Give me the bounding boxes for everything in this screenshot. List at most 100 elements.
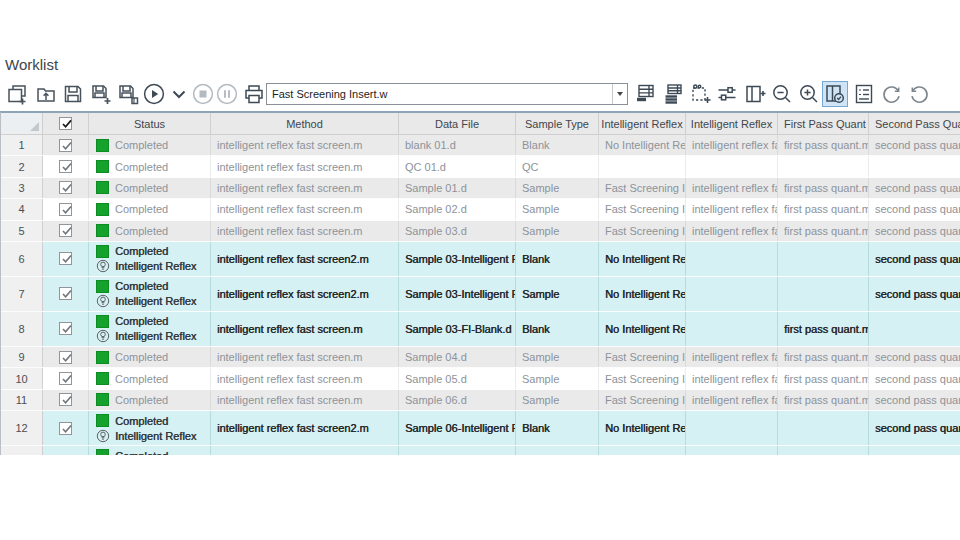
- intelligent-reflex-1-cell: Fast Screening Insert: [599, 221, 686, 241]
- intelligent-reflex-2-cell: intelligent reflex fast screen: [686, 390, 778, 410]
- combobox-dropdown-button[interactable]: [612, 84, 627, 104]
- row-checkbox-cell[interactable]: [43, 390, 89, 410]
- row-checkbox-cell[interactable]: [43, 135, 89, 155]
- row-number[interactable]: 6: [1, 242, 43, 276]
- sample-type-cell: Sample: [516, 368, 599, 388]
- row-number[interactable]: 10: [1, 368, 43, 388]
- table-row[interactable]: 8 Completed Intelligent Reflex intellige…: [1, 312, 960, 347]
- table-row[interactable]: 9 Completed intelligent reflex fast scre…: [1, 347, 960, 368]
- row-checkbox-cell[interactable]: [43, 221, 89, 241]
- table-row[interactable]: 10 Completed intelligent reflex fast scr…: [1, 368, 960, 389]
- table-row[interactable]: 7 Completed Intelligent Reflex intellige…: [1, 277, 960, 312]
- method-cell: intelligent reflex fast screen2.m: [211, 411, 399, 445]
- row-number[interactable]: 3: [1, 178, 43, 198]
- save-copy-icon[interactable]: [115, 81, 141, 107]
- row-number[interactable]: 8: [1, 312, 43, 346]
- header-intelligent-reflex-2[interactable]: Intelligent Reflex: [686, 113, 778, 134]
- table-row[interactable]: 12 Completed Intelligent Reflex intellig…: [1, 411, 960, 446]
- row-checkbox[interactable]: [59, 287, 72, 300]
- table-row[interactable]: 13 Completed Intelligent Reflex intellig…: [1, 446, 960, 455]
- sample-type-cell: Sample: [516, 221, 599, 241]
- status-completed-icon: [96, 449, 109, 455]
- table-row[interactable]: 5 Completed intelligent reflex fast scre…: [1, 221, 960, 242]
- header-second-pass-quant[interactable]: Second Pass Quant Method: [869, 113, 960, 134]
- row-number[interactable]: 1: [1, 135, 43, 155]
- new-worklist-icon[interactable]: [4, 81, 30, 107]
- header-first-pass-quant[interactable]: First Pass Quant Method: [778, 113, 869, 134]
- run-options-chevron-icon[interactable]: [166, 81, 192, 107]
- status-cell: Completed: [89, 199, 211, 219]
- open-worklist-icon[interactable]: [33, 81, 59, 107]
- row-checkbox[interactable]: [59, 160, 72, 173]
- header-data-file[interactable]: Data File: [399, 113, 516, 134]
- add-column-icon[interactable]: [742, 81, 768, 107]
- row-checkbox[interactable]: [59, 322, 72, 335]
- table-row[interactable]: 6 Completed Intelligent Reflex intellige…: [1, 242, 960, 277]
- row-checkbox-cell[interactable]: [43, 312, 89, 346]
- save-icon[interactable]: [60, 81, 86, 107]
- row-number[interactable]: 11: [1, 390, 43, 410]
- row-number[interactable]: 5: [1, 221, 43, 241]
- row-checkbox-cell[interactable]: [43, 347, 89, 367]
- checklist-icon[interactable]: [851, 81, 877, 107]
- row-number[interactable]: 2: [1, 156, 43, 176]
- row-checkbox[interactable]: [59, 252, 72, 265]
- row-checkbox-cell[interactable]: [43, 446, 89, 455]
- enable-worklist-check-icon[interactable]: [822, 81, 848, 107]
- select-reference-icon[interactable]: [688, 81, 714, 107]
- row-checkbox[interactable]: [59, 139, 72, 152]
- row-number[interactable]: 12: [1, 411, 43, 445]
- row-checkbox[interactable]: [59, 224, 72, 237]
- insert-multiple-rows-icon[interactable]: [660, 81, 686, 107]
- worklist-page: Worklist: [0, 0, 960, 540]
- header-status[interactable]: Status: [89, 113, 211, 134]
- status-label: Completed: [115, 139, 168, 151]
- row-checkbox[interactable]: [59, 422, 72, 435]
- save-as-icon[interactable]: [88, 81, 114, 107]
- row-checkbox[interactable]: [59, 181, 72, 194]
- select-all-header-cell[interactable]: [43, 113, 89, 134]
- pause-icon[interactable]: [214, 81, 240, 107]
- run-icon[interactable]: [141, 81, 167, 107]
- worklist-run-parameters-icon[interactable]: [714, 81, 740, 107]
- row-checkbox[interactable]: [59, 372, 72, 385]
- status-label: Completed: [115, 182, 168, 194]
- row-checkbox-cell[interactable]: [43, 199, 89, 219]
- row-checkbox[interactable]: [59, 203, 72, 216]
- zoom-out-icon[interactable]: [769, 81, 795, 107]
- header-method[interactable]: Method: [211, 113, 399, 134]
- select-all-checkbox[interactable]: [59, 117, 72, 130]
- row-checkbox-cell[interactable]: [43, 277, 89, 311]
- table-row[interactable]: 3 Completed intelligent reflex fast scre…: [1, 178, 960, 199]
- table-row[interactable]: 11 Completed intelligent reflex fast scr…: [1, 390, 960, 411]
- row-checkbox-cell[interactable]: [43, 411, 89, 445]
- print-icon[interactable]: [241, 81, 267, 107]
- status-label: Completed: [115, 280, 168, 292]
- corner-header-cell[interactable]: [1, 113, 43, 134]
- row-checkbox-cell[interactable]: [43, 368, 89, 388]
- toolbar: Fast Screening Insert.w: [0, 80, 960, 110]
- stop-icon[interactable]: [190, 81, 216, 107]
- row-number[interactable]: 7: [1, 277, 43, 311]
- undo-icon[interactable]: [906, 81, 932, 107]
- table-row[interactable]: 4 Completed intelligent reflex fast scre…: [1, 199, 960, 220]
- header-intelligent-reflex-1[interactable]: Intelligent Reflex: [599, 113, 686, 134]
- table-row[interactable]: 2 Completed intelligent reflex fast scre…: [1, 156, 960, 177]
- redo-icon[interactable]: [879, 81, 905, 107]
- row-checkbox[interactable]: [59, 351, 72, 364]
- method-cell: intelligent reflex fast screen.m: [211, 221, 399, 241]
- status-completed-icon: [96, 351, 109, 364]
- row-checkbox[interactable]: [59, 393, 72, 406]
- header-sample-type[interactable]: Sample Type: [516, 113, 599, 134]
- worklist-file-combobox[interactable]: Fast Screening Insert.w: [266, 83, 628, 105]
- row-checkbox-cell[interactable]: [43, 178, 89, 198]
- table-row[interactable]: 1 Completed intelligent reflex fast scre…: [1, 135, 960, 156]
- row-number[interactable]: 4: [1, 199, 43, 219]
- row-checkbox-cell[interactable]: [43, 242, 89, 276]
- row-number[interactable]: 13: [1, 446, 43, 455]
- row-checkbox-cell[interactable]: [43, 156, 89, 176]
- insert-row-icon[interactable]: [632, 81, 658, 107]
- zoom-in-icon[interactable]: [796, 81, 822, 107]
- row-number[interactable]: 9: [1, 347, 43, 367]
- status-cell: Completed Intelligent Reflex: [89, 411, 211, 445]
